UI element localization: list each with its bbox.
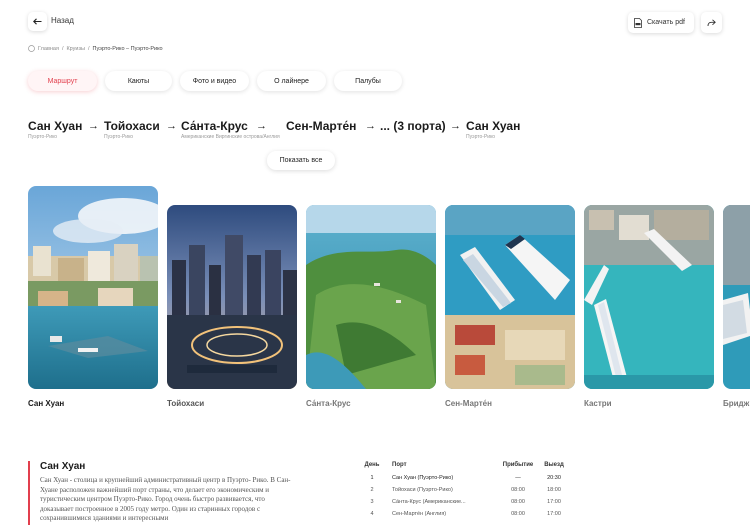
tab-cabins[interactable]: Каюты [105, 71, 172, 91]
cell-departure: 17:00 [547, 499, 561, 505]
port-card[interactable]: Кастри [584, 205, 714, 408]
route-port-name: Сен-Марте́н [286, 119, 357, 133]
home-icon[interactable] [28, 45, 35, 52]
port-card[interactable]: Сен-Марте́н [445, 205, 575, 408]
cell-day: 4 [370, 511, 374, 517]
column-header-day: День [364, 462, 380, 468]
route-port-name: ... (3 порта) [380, 119, 446, 133]
breadcrumb-separator: / [87, 45, 90, 52]
table-header-row: День Порт Прибытие Выезд [352, 458, 572, 472]
port-card-caption: Сан Хуан [28, 399, 65, 408]
share-icon [707, 18, 716, 26]
port-photo [28, 186, 158, 389]
route-port-name: Тойохаси [104, 119, 160, 133]
breadcrumb-home[interactable]: Главная [38, 46, 59, 52]
arrow-left-icon [33, 18, 42, 25]
port-description: Сан Хуан Сан Хуан - столица и крупнейший… [28, 461, 298, 525]
cell-departure: 17:00 [547, 511, 561, 517]
port-card-caption: Бридж [723, 399, 750, 408]
route-port[interactable]: Сан Хуан Пуэрто-Рико [28, 119, 82, 140]
port-photo [445, 205, 575, 389]
port-card-caption: Тойохаси [167, 399, 205, 408]
route-arrow-icon: → [166, 120, 177, 132]
route-port-country: Пуэрто-Рико [466, 134, 496, 140]
port-gallery: Сан Хуан Тойохаси Са́нта-Крус Сен-Марте́… [28, 186, 750, 416]
route-port[interactable]: Сан Хуан Пуэрто-Рико [466, 119, 520, 140]
breadcrumb: Главная / Круизы / Пуэрто-Рико – Пуэрто-… [28, 45, 163, 52]
table-row: 1 Сан Хуан (Пуэрто-Рико) — 20:30 [352, 472, 572, 484]
pdf-document-icon [634, 17, 642, 28]
port-card[interactable]: Сан Хуан [28, 186, 158, 408]
column-header-port: Порт [392, 462, 407, 468]
cell-port: Тойохаси (Пуэрто-Рико) [392, 487, 453, 493]
route-more-ports[interactable]: ... (3 порта) [380, 119, 446, 133]
tab-photo-video[interactable]: Фото и видео [180, 71, 249, 91]
breadcrumb-separator: / [61, 45, 64, 52]
port-card[interactable]: Са́нта-Крус [306, 205, 436, 408]
route-port[interactable]: Тойохаси Пуэрто-Рико [104, 119, 160, 140]
route-port[interactable]: Сен-Марте́н [286, 119, 356, 133]
show-all-button[interactable]: Показать все [267, 151, 335, 170]
port-card-caption: Сен-Марте́н [445, 399, 492, 408]
table-row: 2 Тойохаси (Пуэрто-Рико) 08:00 18:00 [352, 484, 572, 496]
cell-port: Сен-Марте́н (Англия) [392, 511, 447, 517]
table-row: 3 Са́нта-Крус (Американские... 08:00 17:… [352, 496, 572, 508]
cell-arrival: — [515, 475, 521, 481]
cell-port: Са́нта-Крус (Американские... [392, 499, 466, 505]
column-header-arrival: Прибытие [502, 462, 534, 468]
tab-about-ship[interactable]: О лайнере [257, 71, 326, 91]
cell-day: 2 [370, 487, 374, 493]
cell-day: 1 [370, 475, 374, 481]
route-port-country: Пуэрто-Рико [28, 134, 58, 140]
cell-arrival: 08:00 [511, 511, 525, 517]
column-header-departure: Выезд [544, 462, 564, 468]
port-photo [167, 205, 297, 389]
back-label[interactable]: Назад [51, 16, 74, 25]
port-photo [723, 205, 750, 389]
route-arrow-icon: → [365, 120, 376, 132]
port-card[interactable]: Тойохаси [167, 205, 297, 408]
download-pdf-button[interactable]: Скачать pdf [628, 12, 694, 33]
tab-bar: Маршрут Каюты Фото и видео О лайнере Пал… [28, 71, 402, 91]
route-port-name: Сан Хуан [28, 119, 83, 133]
route-port-country: Пуэрто-Рико [104, 134, 134, 140]
cell-departure: 18:00 [547, 487, 561, 493]
tab-route[interactable]: Маршрут [28, 71, 97, 91]
share-button[interactable] [701, 12, 722, 33]
port-description-text: Сан Хуан - столица и крупнейший админист… [40, 476, 291, 522]
port-card-caption: Са́нта-Крус [306, 399, 351, 408]
table-row: 4 Сен-Марте́н (Англия) 08:00 17:00 [352, 508, 572, 520]
route-arrow-icon: → [88, 120, 99, 132]
download-pdf-label: Скачать pdf [647, 19, 685, 26]
route-arrow-icon: → [450, 120, 461, 132]
port-photo [584, 205, 714, 389]
port-description-title: Сан Хуан [40, 461, 86, 472]
port-card[interactable]: Бридж [723, 205, 750, 408]
port-card-caption: Кастри [584, 399, 612, 408]
breadcrumb-cruises[interactable]: Круизы [66, 46, 85, 52]
cell-day: 3 [370, 499, 374, 505]
cell-arrival: 08:00 [511, 487, 525, 493]
port-photo [306, 205, 436, 389]
route-port-country: Американские Виргинские острова/Англия [181, 134, 280, 140]
route-arrow-icon: → [256, 120, 267, 132]
cell-departure: 20:30 [547, 475, 561, 481]
breadcrumb-current: Пуэрто-Рико – Пуэрто-Рико [92, 45, 163, 52]
tab-decks[interactable]: Палубы [334, 71, 402, 91]
route-line: Сан Хуан Пуэрто-Рико → Тойохаси Пуэрто-Р… [28, 119, 730, 147]
cell-port: Сан Хуан (Пуэрто-Рико) [392, 475, 454, 481]
route-port-name: Сан Хуан [466, 119, 521, 133]
top-bar: Назад Скачать pdf [28, 12, 722, 34]
back-button[interactable] [28, 12, 47, 31]
cell-arrival: 08:00 [511, 499, 525, 505]
itinerary-table: День Порт Прибытие Выезд 1 Сан Хуан (Пуэ… [352, 458, 572, 520]
